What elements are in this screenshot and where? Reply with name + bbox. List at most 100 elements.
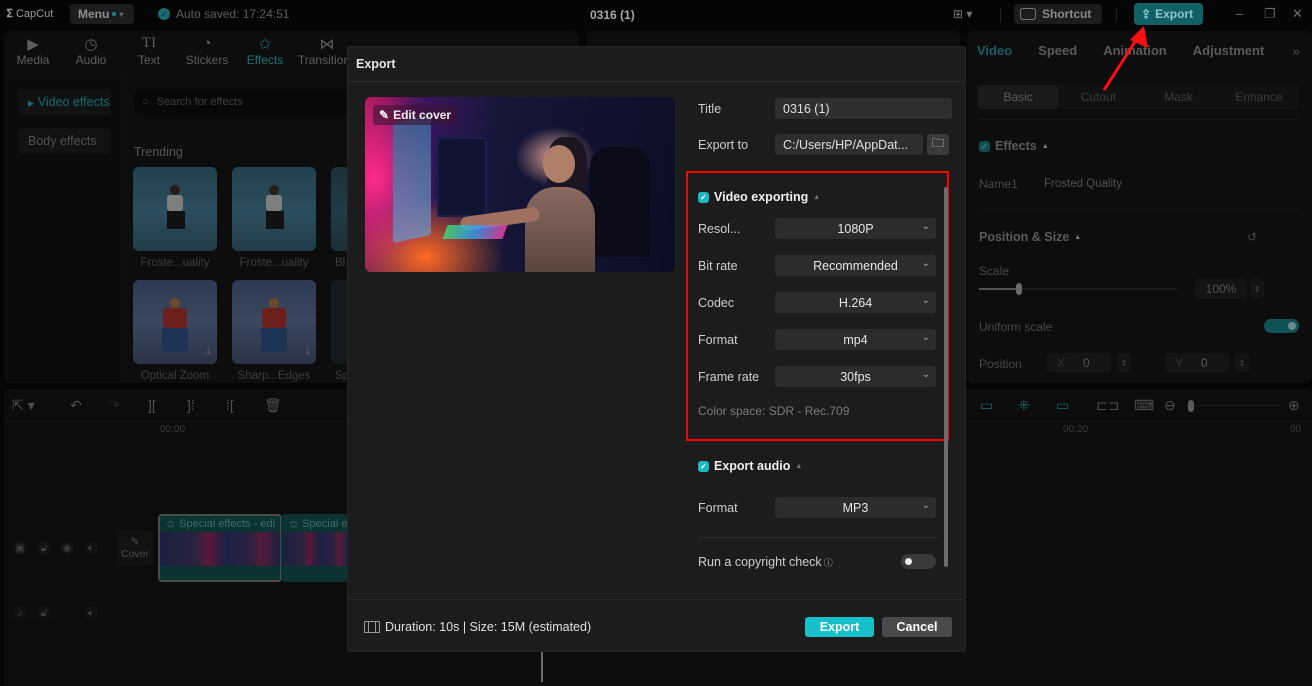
export-to-label: Export to [698,138,749,152]
position-y-input[interactable]: Y0 [1165,353,1229,373]
cancel-button[interactable]: Cancel [882,617,952,637]
dialog-scrollbar[interactable] [944,187,948,567]
tab-text[interactable]: TI Text [120,31,178,71]
keyboard-icon [1020,8,1036,20]
export-button[interactable]: Export [805,617,874,637]
scale-input[interactable]: 100% [1195,279,1247,299]
effect-label: Froste...uality [140,257,210,269]
menu-button[interactable]: Menu ▾ [70,4,134,24]
tab-label: Stickers [185,53,229,67]
audio-format-select[interactable]: MP3 ⌄ [775,497,936,518]
checkbox-icon[interactable]: ✓ [979,140,990,152]
subtab-enhance[interactable]: Enhance [1219,85,1299,109]
subtab-cutout[interactable]: Cutout [1058,85,1138,109]
zoom-out-icon[interactable]: ⊖ [1164,397,1176,414]
dialog-title: Export [356,57,396,71]
search-effects-input[interactable]: ○ Search for effects [134,89,354,115]
section-title: Effects [995,139,1037,153]
zoom-slider-handle[interactable] [1188,400,1194,412]
slider-handle[interactable] [1015,283,1022,295]
tab-stickers[interactable]: ◔ Stickers [178,31,236,71]
reset-icon[interactable]: ↺ [1247,230,1257,244]
help-icon[interactable]: ⓘ [824,556,833,569]
sidebar-item-body-effects[interactable]: Body effects [18,128,111,154]
subtab-basic[interactable]: Basic [978,85,1059,109]
tab-animation[interactable]: Animation [1103,43,1167,58]
auto-snap-icon[interactable]: ⁜ [1018,397,1030,414]
tab-effects[interactable]: ✩ Effects [236,31,294,71]
download-icon[interactable]: ⤓ [206,345,211,358]
export-audio-header[interactable]: ✓ Export audio ▲ [698,459,802,473]
split-icon[interactable]: ][ [148,397,156,413]
tab-adjustment[interactable]: Adjustment [1193,43,1265,58]
cover-image-detail [543,145,575,183]
slider-fill [979,288,1019,290]
delete-left-icon[interactable]: ]⁞ [187,397,195,413]
folder-icon[interactable]: 🗀 [927,134,949,155]
effect-label: Froste...uality [239,257,309,269]
layout-icon[interactable]: ⊞ ▾ [953,7,972,21]
effect-thumbnail[interactable] [133,167,217,251]
effect-thumbnail[interactable] [232,167,316,251]
redo-icon[interactable]: ↷ [108,397,120,414]
divider [1000,8,1001,22]
tab-audio[interactable]: ◷ Audio [62,31,120,71]
uniform-scale-toggle[interactable] [1264,319,1299,333]
undo-icon[interactable]: ↶ [70,397,82,414]
tab-video[interactable]: Video [977,43,1012,58]
export-path-input[interactable]: C:/Users/HP/AppDat... [775,134,923,155]
tab-label: Effects [246,53,284,67]
edit-cover-label: Edit cover [393,108,452,122]
lock-icon[interactable]: 🔓︎ [37,606,51,620]
zoom-in-icon[interactable]: ⊕ [1288,397,1300,414]
more-tabs-icon[interactable]: » [1292,43,1300,59]
select-tool-icon[interactable]: ⇱ ▾ [12,397,35,414]
edit-cover-button[interactable]: ✎ Edit cover [373,105,458,125]
y-stepper[interactable]: ⇕ [1235,353,1249,373]
effect-name-value: Frosted Quality [1044,178,1122,190]
scale-stepper[interactable]: ⇕ [1250,279,1264,299]
copyright-check-toggle[interactable] [901,554,936,569]
close-icon[interactable]: ✕ [1292,6,1303,22]
position-size-header[interactable]: Position & Size ▲ [979,230,1081,244]
split-preview-icon[interactable]: ⊏⊐ [1096,397,1119,414]
title-input[interactable]: 0316 (1) [775,98,952,119]
title-label: Title [698,102,722,116]
delete-right-icon[interactable]: ⁞[ [226,397,234,413]
cover-image-detail [525,187,595,272]
cover-preview[interactable]: ✎ Edit cover [365,97,675,272]
playhead[interactable] [541,652,543,682]
timeline-clip[interactable]: ✩ Special e [281,514,351,582]
effects-icon: ✩ [258,36,272,53]
volume-icon[interactable]: 🔈︎ [84,541,98,555]
subtab-mask[interactable]: Mask [1139,85,1219,109]
sidebar-item-video-effects[interactable]: ▸ Video effects [18,89,111,115]
magnet-icon[interactable]: ▭ [980,397,993,414]
zoom-slider[interactable] [1186,400,1280,412]
timeline-clip[interactable]: ✩ Special effects - edi [158,514,282,582]
minimize-icon[interactable]: – [1236,6,1243,21]
restore-icon[interactable]: ❐ [1264,6,1276,22]
effects-section-header[interactable]: ✓ Effects ▲ [979,139,1049,153]
eye-icon[interactable]: ◉ [60,541,74,555]
shortcut-button[interactable]: Shortcut [1014,4,1102,24]
delete-icon[interactable]: 🗑︎ [264,397,282,414]
name-label: Name1 [979,177,1018,191]
position-x-input[interactable]: X0 [1047,353,1111,373]
lock-icon[interactable]: 🔓︎ [37,541,51,555]
section-title: Export audio [714,459,791,473]
audio-export-checkbox[interactable]: ✓ [698,460,709,472]
effect-thumbnail[interactable]: ⤓ [133,280,217,364]
download-icon[interactable]: ⤓ [305,345,310,358]
link-icon[interactable]: ▭ [1056,397,1069,414]
effect-thumbnail[interactable]: ⤓ [232,280,316,364]
cover-button[interactable]: ✎ Cover [117,530,153,566]
x-stepper[interactable]: ⇕ [1117,353,1131,373]
top-export-button[interactable]: ⇪ Export [1134,3,1203,25]
tab-media[interactable]: ▶ Media [4,31,62,71]
tab-speed[interactable]: Speed [1038,43,1077,58]
section-heading: Trending [134,145,183,159]
volume-icon[interactable]: 🔈︎ [84,606,98,620]
scale-slider[interactable] [979,283,1177,295]
preview-axis-icon[interactable]: ⌨ [1134,397,1154,414]
